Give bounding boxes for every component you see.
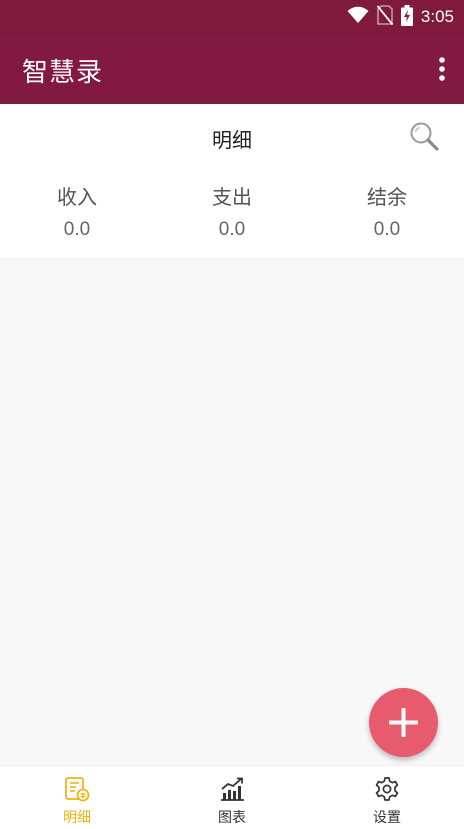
app-bar: 智慧录	[0, 34, 464, 104]
bill-detail-icon	[64, 776, 90, 802]
more-vertical-icon[interactable]	[438, 56, 446, 82]
income-label: 收入	[57, 185, 97, 209]
wifi-icon	[347, 6, 369, 28]
plus-icon	[389, 708, 418, 737]
balance-stat: 结余 0.0	[310, 184, 464, 242]
search-icon[interactable]	[408, 120, 440, 152]
expense-label: 支出	[212, 185, 252, 209]
tab-details-label: 明细	[63, 810, 91, 826]
tab-details[interactable]: 明细	[0, 766, 154, 829]
summary-panel: 明细 收入 0.0 支出 0.0 结余 0.0	[0, 104, 464, 257]
tab-settings[interactable]: 设置	[310, 766, 464, 829]
status-icons: 3:05	[347, 4, 454, 30]
status-bar: 3:05	[0, 0, 464, 34]
balance-value: 0.0	[373, 219, 401, 240]
chart-icon	[219, 776, 245, 802]
app-title: 智慧录	[22, 58, 104, 88]
no-sim-icon	[376, 5, 394, 29]
status-time: 3:05	[420, 7, 454, 26]
expense-value: 0.0	[218, 219, 246, 240]
app-screen: 3:05 智慧录 明细 收入 0.0 支出 0.0 结余 0.0 明细 图表 设…	[0, 0, 464, 829]
bottom-nav: 明细 图表 设置	[0, 765, 464, 829]
tab-settings-label: 设置	[373, 810, 401, 826]
balance-label: 结余	[367, 185, 407, 209]
income-value: 0.0	[63, 219, 91, 240]
battery-charging-icon	[400, 4, 413, 30]
page-title: 明细	[212, 128, 252, 152]
add-record-button[interactable]	[369, 688, 438, 757]
expense-stat: 支出 0.0	[155, 184, 309, 242]
tab-charts-label: 图表	[218, 810, 246, 826]
income-stat: 收入 0.0	[0, 184, 154, 242]
tab-charts[interactable]: 图表	[155, 766, 309, 829]
gear-icon	[374, 776, 400, 802]
